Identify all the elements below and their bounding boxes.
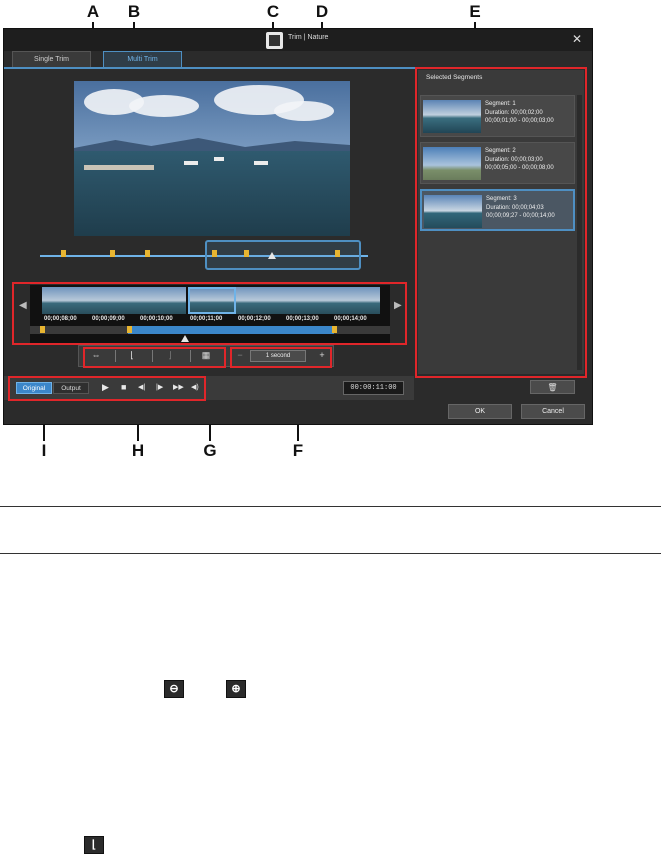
callout-frame-i: [12, 282, 407, 345]
window-title: Trim | Nature: [288, 34, 329, 41]
playhead-slider[interactable]: [268, 252, 276, 259]
app-icon: [266, 32, 283, 49]
callout-e: E: [469, 2, 481, 21]
callout-frame-e: [415, 67, 587, 378]
callout-i: I: [41, 441, 47, 460]
ok-button[interactable]: OK: [448, 404, 512, 419]
callout-b: B: [127, 2, 141, 21]
tab-underline: [4, 67, 416, 69]
video-preview: [74, 81, 350, 236]
delete-segment-button[interactable]: 🗑: [530, 380, 575, 394]
mark-in-icon: ⌊: [84, 836, 104, 854]
callout-g: G: [203, 441, 217, 460]
close-button[interactable]: ✕: [572, 32, 582, 46]
zoom-in-icon: ⊕: [226, 680, 246, 698]
callout-h: H: [131, 441, 145, 460]
callout-d: D: [315, 2, 329, 21]
tab-multi-trim[interactable]: Multi Trim: [103, 51, 182, 67]
timecode-display: 00:00:11:00: [343, 381, 404, 395]
trash-icon: 🗑: [547, 383, 558, 392]
zoom-out-icon: ⊖: [164, 680, 184, 698]
cancel-button[interactable]: Cancel: [521, 404, 585, 419]
callout-f: F: [292, 441, 304, 460]
mark-in-marker[interactable]: [145, 250, 150, 257]
table-rule-bottom: [0, 553, 661, 554]
mark-in-marker[interactable]: [61, 250, 66, 257]
mark-out-marker[interactable]: [110, 250, 115, 257]
mark-in-marker[interactable]: [212, 250, 217, 257]
callout-frame-g: [83, 347, 226, 368]
callout-c: C: [266, 2, 280, 21]
table-rule-top: [0, 506, 661, 507]
callout-frame-h: [8, 376, 206, 401]
mark-out-marker[interactable]: [335, 250, 340, 257]
mark-out-marker[interactable]: [244, 250, 249, 257]
callout-a: A: [86, 2, 100, 21]
callout-frame-f: [230, 347, 332, 368]
tab-single-trim[interactable]: Single Trim: [12, 51, 91, 67]
